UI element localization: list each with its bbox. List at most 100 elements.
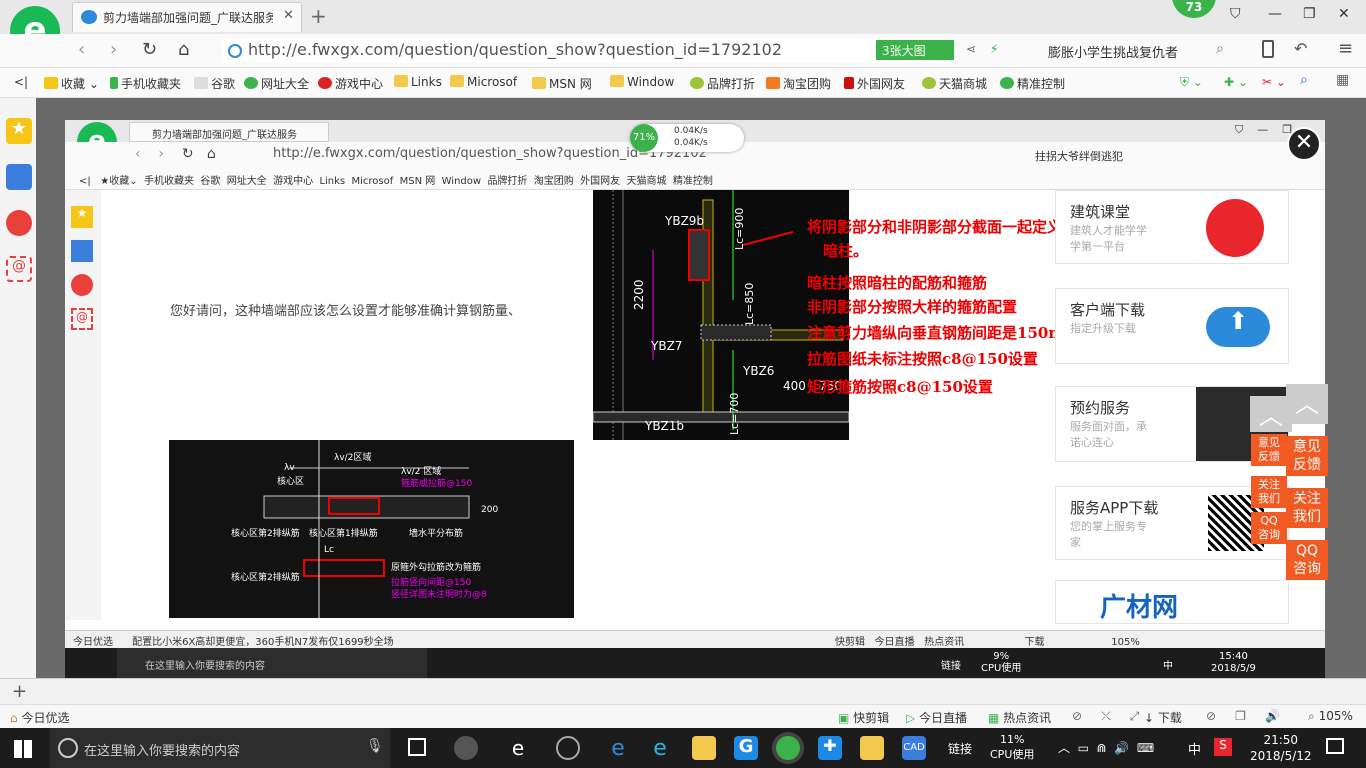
task-view-icon[interactable] <box>408 738 426 756</box>
sogou-icon[interactable]: S <box>1214 738 1232 756</box>
bookmark-windows[interactable]: Window <box>610 75 674 89</box>
downloads[interactable]: ↓ 下载 <box>1144 709 1182 726</box>
internet-explorer-icon[interactable]: e <box>648 736 672 761</box>
search-hint[interactable]: 膨胀小学生挑战复仇者 <box>1048 42 1178 61</box>
search-icon[interactable]: ⌕ <box>1216 41 1224 57</box>
magnifier-icon[interactable]: ⌕ <box>1300 72 1308 88</box>
refresh-icon[interactable]: ↻ <box>142 39 157 60</box>
forward-icon[interactable]: › <box>110 39 117 60</box>
speed-up: 0.04K/s <box>674 126 708 136</box>
address-bar[interactable]: http://e.fwxgx.com/question/question_sho… <box>222 39 952 63</box>
360-browser-icon[interactable] <box>776 736 800 760</box>
fan-app-icon[interactable] <box>454 736 478 760</box>
taskbar-search[interactable]: 在这里输入你要搜索的内容 🎙 <box>50 728 390 768</box>
cad2-label: 核心区第2排纵筋 <box>231 527 300 539</box>
close-window-button[interactable]: ✕ <box>1338 6 1350 22</box>
start-windows-icon[interactable] <box>14 740 32 758</box>
today-live[interactable]: ▷ 今日直播 <box>906 709 967 726</box>
annotation-line: 将阴影部分和非阴影部分截面一起定义为 <box>807 218 1078 236</box>
clock[interactable]: 21:50 2018/5/12 <box>1250 732 1312 764</box>
status-icons[interactable]: ⊘ ⤬ ⤢ <box>1072 709 1139 724</box>
bookmark-links[interactable]: Links <box>394 75 442 89</box>
feedback-button-inner: 意见 反馈 <box>1251 434 1287 466</box>
bookmark-favorites[interactable]: 收藏 ⌄ <box>44 75 99 92</box>
tray-icons[interactable]: ︿ ▭ ⋒ 🔊 ⌨ <box>1058 739 1154 756</box>
tab-title: 剪力墙端部加强问题_广联达服务 <box>103 11 273 25</box>
follow-button-inner: 关注 我们 <box>1251 476 1287 508</box>
edge-icon[interactable]: e <box>606 736 630 761</box>
shield-icon[interactable]: ⛨ ⌄ <box>1180 75 1203 90</box>
g-app-icon[interactable]: G <box>734 736 758 760</box>
feedback-button[interactable]: 意见 反馈 <box>1286 436 1328 476</box>
collapse-icon[interactable]: <| <box>14 75 28 89</box>
today-picks[interactable]: ⌂ 今日优选 <box>10 709 69 726</box>
bookmark-sites[interactable]: 网址大全 <box>244 75 309 92</box>
phone-icon[interactable] <box>1262 40 1274 58</box>
spiral-app-icon[interactable] <box>556 736 580 760</box>
plugin-icon[interactable]: ✚ ⌄ <box>1224 75 1248 89</box>
notes-app-icon[interactable] <box>860 736 884 760</box>
maximize-button[interactable]: ❐ <box>1303 6 1316 22</box>
add-icon[interactable]: + <box>12 681 27 702</box>
helper-app-icon[interactable]: ✚ <box>818 736 842 760</box>
home-icon[interactable]: ⌂ <box>178 39 189 60</box>
microphone-icon[interactable]: 🎙 <box>366 738 384 754</box>
browser-tab[interactable]: 剪力墙端部加强问题_广联达服务 ✕ <box>72 2 302 32</box>
back-to-top-button[interactable]: ︿ <box>1286 384 1328 424</box>
cad2-label: 200 <box>481 505 498 515</box>
cad2-label: 竖径详图未注明时为@8 <box>391 588 487 600</box>
ad-subtitle: 指定升级下载 <box>1070 322 1136 335</box>
ie-app-icon[interactable]: e <box>506 736 530 760</box>
hot-news[interactable]: ▦ 热点资讯 <box>988 709 1051 726</box>
big-images-button[interactable]: 3张大图 <box>876 40 954 60</box>
mail-icon[interactable]: @ <box>6 256 32 282</box>
cad1-label: YBZ9b <box>664 214 704 228</box>
back-icon[interactable]: ‹ <box>78 39 85 60</box>
inner-tab: 剪力墙端部加强问题_广联达服务 <box>129 122 329 142</box>
bookmark-mobile[interactable]: 手机收藏夹 <box>110 75 181 92</box>
input-method[interactable]: 中 <box>1188 739 1201 758</box>
minimize-button[interactable]: — <box>1268 6 1282 22</box>
zoom-level[interactable]: ⌕ 105% <box>1308 709 1353 724</box>
taskbar-link[interactable]: 链接 <box>948 740 972 757</box>
bookmark-google[interactable]: 谷歌 <box>194 75 235 92</box>
shirt-icon[interactable]: ⛉ <box>1230 6 1241 22</box>
bookmark-msn[interactable]: MSN 网 <box>532 75 592 92</box>
cad-app-icon[interactable]: CAD <box>902 736 926 760</box>
favorites-star-icon[interactable]: ★ <box>6 118 32 144</box>
bookmark-taobao[interactable]: 淘宝团购 <box>766 75 831 92</box>
bookmark-games[interactable]: 游戏中心 <box>318 75 383 92</box>
follow-us-button[interactable]: 关注 我们 <box>1286 488 1328 528</box>
speed-percent: 71% <box>630 124 658 152</box>
qq-consult-button[interactable]: QQ 咨询 <box>1286 540 1328 580</box>
menu-icon[interactable]: ≡ <box>1338 38 1353 59</box>
notification-icon[interactable] <box>1326 738 1344 754</box>
grid-icon[interactable]: ▦ <box>1336 72 1349 88</box>
status-icons-2[interactable]: ⊘ ❐ 🔊 <box>1206 709 1280 723</box>
speed-down: 0.04K/s <box>674 138 708 148</box>
weibo-icon[interactable] <box>6 210 32 236</box>
quick-cut[interactable]: ▣ 快剪辑 <box>838 709 889 726</box>
bookmark-tmall[interactable]: 天猫商城 <box>922 75 987 92</box>
site-favicon-icon <box>81 10 97 24</box>
cad2-label: λv <box>284 463 295 473</box>
network-speed-widget[interactable]: 71% 0.04K/s 0.04K/s <box>630 124 744 152</box>
scissors-icon[interactable]: ✂ ⌄ <box>1262 75 1286 89</box>
inner-status: 今日优选 配置比小米6X高却更便宜，360手机N7发布仅1699秒全场 <box>73 637 394 648</box>
cpu-usage[interactable]: 11% CPU使用 <box>990 732 1034 762</box>
file-explorer-icon[interactable] <box>692 736 716 760</box>
cloud-upload-icon: ⬆ <box>1206 307 1270 347</box>
bolt-icon[interactable]: ⚡ <box>990 42 998 56</box>
bookmark-precision[interactable]: 精准控制 <box>1000 75 1065 92</box>
share-icon[interactable]: ⋖ <box>966 42 976 56</box>
close-viewer-button[interactable]: ✕ <box>1287 127 1321 161</box>
score-badge[interactable]: 73 <box>1172 0 1216 18</box>
inner-status-right: 快剪辑 今日直播 热点资讯 下载 105% <box>835 637 1140 648</box>
bookmark-foreign[interactable]: 外国网友 <box>844 75 905 92</box>
bookmark-microsoft[interactable]: Microsof <box>450 75 517 89</box>
undo-icon[interactable]: ↶ <box>1294 39 1307 58</box>
close-tab-icon[interactable]: ✕ <box>283 8 294 23</box>
list-icon[interactable] <box>6 164 32 190</box>
new-tab-button[interactable]: + <box>310 4 327 28</box>
bookmark-brand-sale[interactable]: 品牌打折 <box>690 75 755 92</box>
